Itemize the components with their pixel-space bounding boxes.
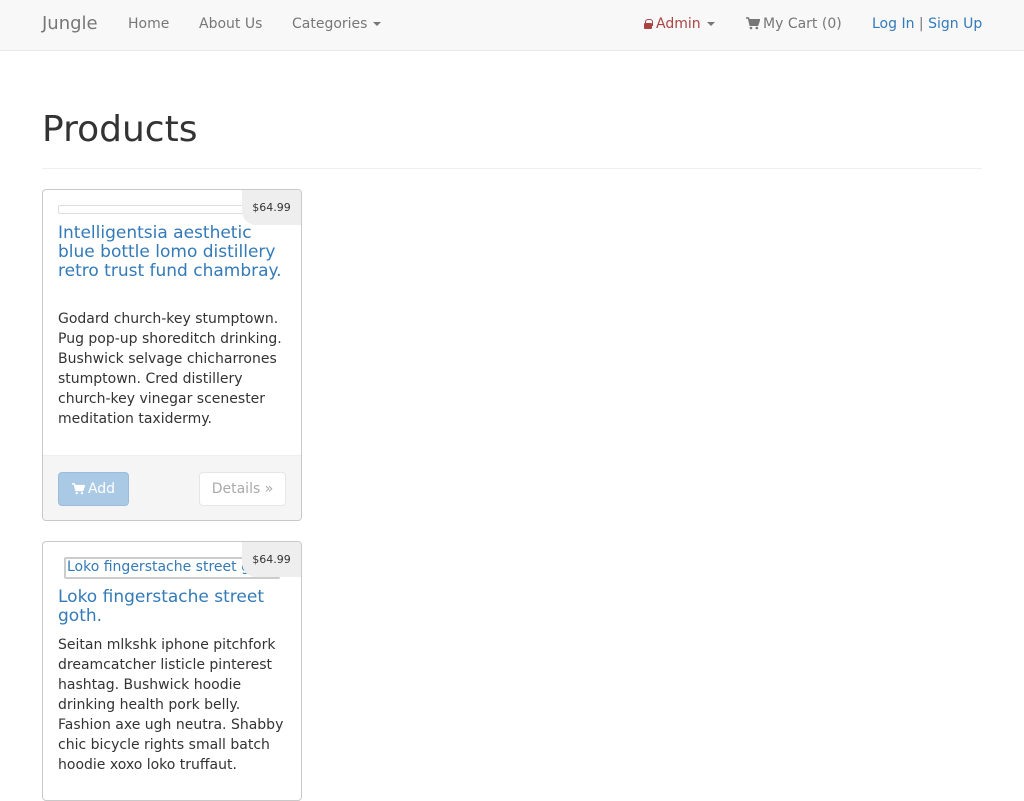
top-navbar: Jungle Home About Us Categories Admin My… [0,0,1024,51]
product-card-footer: Add Details » [43,455,301,520]
cart-icon [746,17,760,30]
auth-links: Log In | Sign Up [872,0,982,50]
details-button[interactable]: Details » [199,472,286,506]
add-button-label: Add [87,481,116,497]
product-card: Loko fingerstache street goth. $64.99 Lo… [42,541,302,801]
product-description: Seitan mlkshk iphone pitchfork dreamcatc… [58,637,284,773]
price-badge: $64.99 [242,190,301,225]
product-card: $64.99 Intelligentsia aesthetic blue bot… [42,189,302,521]
price-badge: $64.99 [242,542,301,577]
lock-icon [644,19,653,29]
login-link[interactable]: Log In [872,16,914,32]
product-name-link[interactable]: Loko fingerstache street goth. [58,588,286,626]
chevron-down-icon [373,22,382,26]
product-description: Godard church-key stumptown. Pug pop-up … [58,311,282,427]
nav-categories-dropdown[interactable]: Categories [292,0,382,50]
brand-link[interactable]: Jungle [42,0,98,50]
auth-separator: | [918,16,924,32]
cart-link[interactable]: My Cart (0) [746,0,842,50]
product-name-link[interactable]: Intelligentsia aesthetic blue bottle lom… [58,224,286,281]
chevron-down-icon [706,22,715,26]
product-image[interactable] [58,205,258,214]
page-header-divider [42,168,982,169]
signup-link[interactable]: Sign Up [928,16,982,32]
admin-label: Admin [656,16,701,32]
cart-icon [71,483,85,495]
add-to-cart-button[interactable]: Add [58,472,129,506]
cart-label: My Cart (0) [763,16,842,32]
nav-home[interactable]: Home [128,0,169,50]
page-title: Products [42,109,198,150]
admin-dropdown[interactable]: Admin [644,0,715,50]
nav-categories-label: Categories [292,16,368,32]
nav-about[interactable]: About Us [199,0,262,50]
